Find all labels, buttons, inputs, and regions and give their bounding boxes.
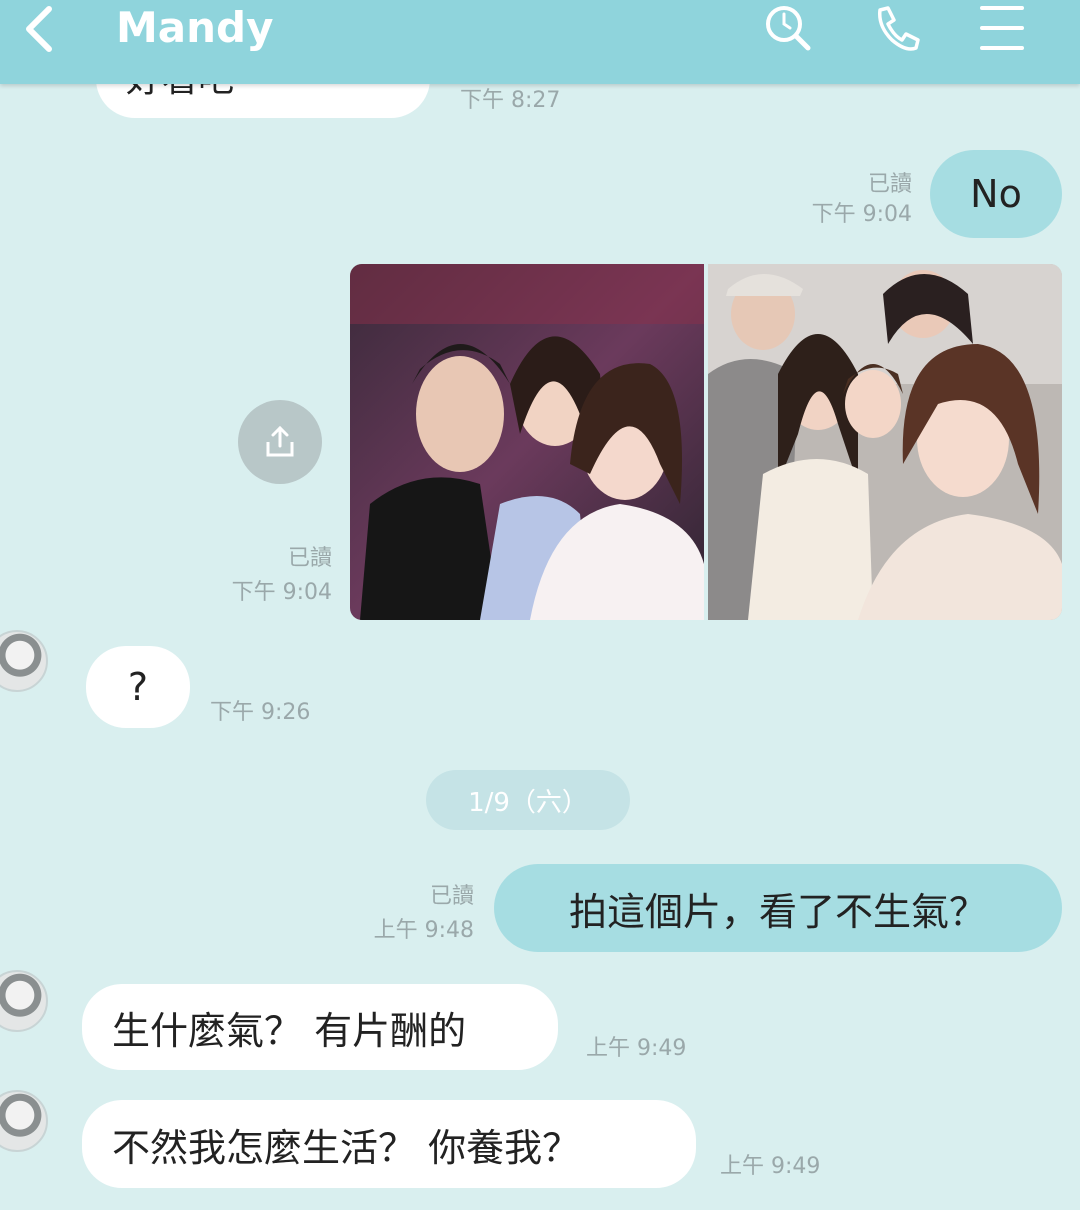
contact-name: Mandy — [116, 3, 274, 52]
message-time: 上午 9:48 — [373, 918, 474, 943]
photo-right[interactable] — [708, 264, 1062, 620]
message-time: 下午 9:04 — [231, 580, 332, 605]
message-time: 下午 8:27 — [460, 88, 561, 113]
chat-area: 好看吧 下午 8:27 已讀 下午 9:04 No 已讀 下午 9:04 — [0, 0, 1080, 1210]
incoming-message-bubble: 不然我怎麼生活？ 你養我？ — [82, 1100, 696, 1188]
back-button[interactable] — [14, 4, 64, 54]
message-time: 上午 9:49 — [720, 1154, 821, 1179]
contact-avatar[interactable] — [0, 970, 48, 1032]
photo-left[interactable] — [350, 264, 704, 620]
group-photo-image — [708, 264, 1062, 620]
message-time: 下午 9:04 — [811, 202, 912, 227]
contact-avatar[interactable] — [0, 1090, 48, 1152]
phone-icon — [878, 6, 920, 51]
chevron-left-icon — [26, 6, 52, 52]
date-separator: 1/9（六） — [426, 770, 630, 830]
read-status: 已讀 — [429, 884, 474, 909]
contact-avatar[interactable] — [0, 630, 48, 692]
message-text: No — [970, 172, 1022, 216]
menu-icon — [980, 6, 1024, 50]
share-button[interactable] — [238, 400, 322, 484]
chat-header: Mandy — [0, 0, 1080, 84]
incoming-message-bubble: 生什麼氣？ 有片酬的 — [82, 984, 558, 1070]
message-text: 不然我怎麼生活？ 你養我？ — [112, 1125, 581, 1170]
call-button[interactable] — [866, 0, 926, 56]
read-status: 已讀 — [867, 172, 912, 197]
message-time: 下午 9:26 — [210, 700, 311, 725]
menu-button[interactable] — [972, 0, 1032, 56]
incoming-message-bubble: ? — [86, 646, 190, 728]
search-button[interactable] — [758, 0, 818, 56]
message-time: 上午 9:49 — [586, 1036, 687, 1061]
group-selfie-image — [350, 264, 704, 620]
search-icon — [766, 6, 811, 51]
message-text: ? — [127, 665, 149, 709]
message-text: 生什麼氣？ 有片酬的 — [112, 1008, 467, 1053]
share-icon — [266, 425, 294, 457]
outgoing-message-bubble: 拍這個片，看了不生氣？ — [494, 864, 1062, 952]
read-status: 已讀 — [287, 546, 332, 571]
outgoing-message-bubble: No — [930, 150, 1062, 238]
message-text: 拍這個片，看了不生氣？ — [568, 889, 987, 934]
